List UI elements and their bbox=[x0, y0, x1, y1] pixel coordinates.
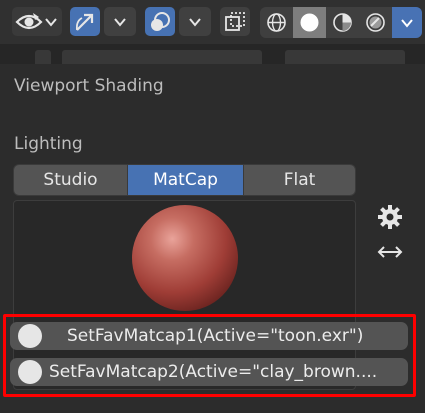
popover-title: Viewport Shading bbox=[14, 76, 164, 96]
wireframe-icon bbox=[267, 13, 286, 32]
material-preview-icon bbox=[333, 13, 352, 32]
xray-toggle-icon bbox=[225, 12, 245, 31]
annotation-highlight-box bbox=[3, 314, 416, 397]
material-preview-shading-button[interactable] bbox=[326, 7, 359, 38]
shading-options-dropdown[interactable] bbox=[392, 7, 422, 38]
gear-icon[interactable] bbox=[377, 204, 403, 230]
shading-mode-group bbox=[260, 7, 422, 38]
lighting-matcap-button[interactable]: MatCap bbox=[128, 165, 243, 195]
eye-icon bbox=[15, 13, 43, 30]
rendered-shading-button[interactable] bbox=[359, 7, 392, 38]
gizmo-arrow-icon bbox=[75, 13, 94, 31]
lighting-flat-button[interactable]: Flat bbox=[244, 165, 355, 195]
xray-toggle-button[interactable] bbox=[220, 7, 250, 36]
solid-icon bbox=[300, 13, 319, 32]
overlays-dropdown[interactable] bbox=[179, 7, 211, 36]
overlays-toggle-button[interactable] bbox=[145, 7, 175, 36]
matcap-sphere-thumbnail bbox=[132, 205, 238, 311]
chevron-down-icon bbox=[189, 18, 201, 27]
subheader-tab bbox=[35, 50, 51, 64]
wireframe-shading-button[interactable] bbox=[260, 7, 293, 38]
subheader-tab bbox=[285, 50, 405, 64]
visibility-dropdown[interactable] bbox=[12, 7, 62, 36]
chevron-down-icon bbox=[401, 19, 413, 28]
rendered-icon bbox=[366, 13, 385, 32]
viewport-shading-popover: Viewport Shading Lighting Studio MatCap … bbox=[0, 64, 425, 413]
subheader-tab bbox=[62, 50, 262, 64]
chevron-down-icon bbox=[45, 18, 57, 27]
gizmo-dropdown[interactable] bbox=[104, 7, 136, 36]
lighting-mode-selector: Studio MatCap Flat bbox=[13, 164, 356, 196]
lighting-studio-button[interactable]: Studio bbox=[14, 165, 127, 195]
viewport-header bbox=[0, 0, 425, 44]
viewport-subheader bbox=[0, 44, 425, 64]
flip-arrows-icon[interactable] bbox=[376, 244, 404, 260]
overlay-circles-icon bbox=[151, 12, 170, 31]
solid-shading-button[interactable] bbox=[293, 7, 326, 38]
chevron-down-icon bbox=[114, 18, 126, 27]
lighting-label: Lighting bbox=[14, 134, 83, 154]
gizmo-toggle-button[interactable] bbox=[70, 7, 100, 36]
